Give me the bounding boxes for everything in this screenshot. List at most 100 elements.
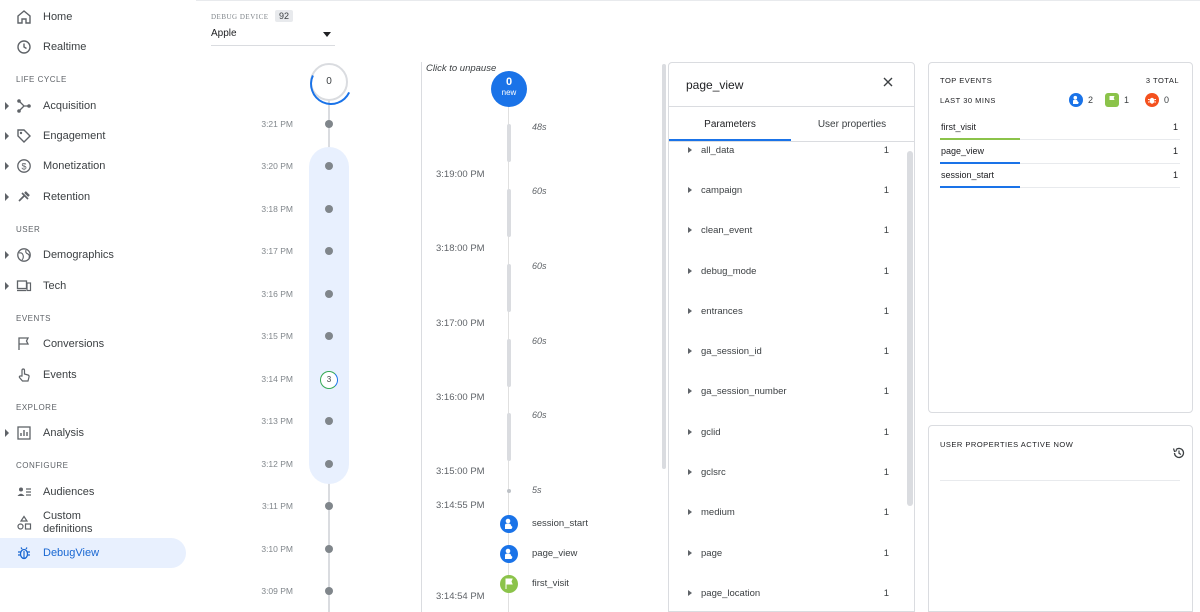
minute-dot[interactable]	[325, 290, 333, 298]
stat-green-events: 1	[1105, 93, 1129, 107]
minute-dot[interactable]	[325, 332, 333, 340]
expand-caret-icon	[688, 509, 692, 515]
sidebar-item-label: Monetization	[43, 159, 106, 172]
expand-caret-icon[interactable]	[5, 282, 9, 290]
user-properties-divider	[940, 480, 1180, 481]
close-icon[interactable]	[881, 75, 895, 89]
history-icon[interactable]	[1172, 446, 1186, 460]
minute-dot[interactable]	[325, 460, 333, 468]
event-first-visit-icon[interactable]	[500, 575, 518, 593]
tab-user-properties[interactable]: User properties	[791, 107, 913, 141]
minute-dot[interactable]	[325, 205, 333, 213]
param-count: 1	[883, 225, 889, 236]
minute-time-label: 3:14 PM	[261, 374, 293, 384]
user-icon	[505, 518, 513, 529]
event-page-view-icon[interactable]	[500, 545, 518, 563]
top-event-row[interactable]: first_visit 1	[940, 116, 1180, 140]
sidebar-item-demographics[interactable]: Demographics	[0, 240, 186, 270]
expand-caret-icon[interactable]	[5, 162, 9, 170]
sidebar-item-audiences[interactable]: Audiences	[0, 477, 186, 507]
stat-value: 2	[1088, 95, 1094, 105]
param-name: entrances	[701, 306, 743, 317]
click-to-unpause-link[interactable]: Click to unpause	[426, 63, 496, 74]
param-count: 1	[883, 467, 889, 478]
sidebar-item-debugview[interactable]: DebugView	[0, 538, 186, 568]
sidebar-item-realtime[interactable]: Realtime	[0, 32, 186, 62]
sidebar-item-events[interactable]: Events	[0, 360, 186, 390]
param-row[interactable]: ga_session_number 1	[669, 382, 899, 402]
minute-event-count-badge[interactable]: 3	[320, 371, 338, 389]
sidebar-item-retention[interactable]: Retention	[0, 182, 186, 212]
sidebar-item-tech[interactable]: Tech	[0, 271, 186, 301]
expand-caret-icon[interactable]	[5, 193, 9, 201]
sidebar-item-monetization[interactable]: $ Monetization	[0, 151, 186, 181]
sidebar-item-label: Engagement	[43, 129, 106, 142]
param-row[interactable]: medium 1	[669, 503, 899, 523]
minute-time-label: 3:11 PM	[261, 501, 293, 511]
sidebar-item-analysis[interactable]: Analysis	[0, 418, 186, 448]
bug-icon	[1145, 93, 1159, 107]
event-first-visit-label[interactable]: first_visit	[532, 578, 569, 589]
seconds-time-label: 3:16:00 PM	[436, 392, 485, 403]
dollar-icon: $	[17, 159, 31, 173]
expand-caret-icon	[688, 469, 692, 475]
seconds-gap-label: 60s	[532, 186, 547, 196]
event-detail-panel: page_view Parameters User properties all…	[668, 62, 915, 612]
param-name: all_data	[701, 145, 735, 156]
param-row[interactable]: page 1	[669, 544, 899, 564]
minute-dot[interactable]	[325, 247, 333, 255]
param-name: ga_session_id	[701, 346, 762, 357]
sidebar-item-conversions[interactable]: Conversions	[0, 329, 186, 359]
param-row[interactable]: campaign 1	[669, 181, 899, 201]
seconds-time-label: 3:19:00 PM	[436, 169, 485, 180]
sidebar-item-home[interactable]: Home	[0, 2, 186, 32]
expand-caret-icon[interactable]	[5, 429, 9, 437]
seconds-scrollbar[interactable]	[662, 64, 666, 469]
param-count: 1	[883, 306, 889, 317]
params-scrollbar[interactable]	[907, 151, 913, 506]
minute-dot[interactable]	[325, 502, 333, 510]
param-row[interactable]: page_location 1	[669, 584, 899, 604]
section-label-explore: EXPLORE	[16, 403, 58, 412]
minute-dot[interactable]	[325, 417, 333, 425]
top-event-row[interactable]: page_view 1	[940, 140, 1180, 164]
sidebar-item-custom-definitions[interactable]: Custom definitions	[0, 507, 186, 539]
minute-dot[interactable]	[325, 545, 333, 553]
debug-device-select[interactable]: Apple	[211, 24, 335, 46]
audiences-icon	[17, 487, 31, 496]
expand-caret-icon[interactable]	[5, 132, 9, 140]
event-session-start-icon[interactable]	[500, 515, 518, 533]
sidebar-item-acquisition[interactable]: Acquisition	[0, 91, 186, 121]
top-event-row[interactable]: session_start 1	[940, 164, 1180, 188]
param-name: debug_mode	[701, 266, 757, 277]
param-row[interactable]: all_data 1	[669, 141, 899, 161]
param-row[interactable]: clean_event 1	[669, 221, 899, 241]
stat-value: 1	[1124, 95, 1130, 105]
device-count-badge: 92	[275, 10, 294, 22]
top-events-card: TOP EVENTS 3 TOTAL LAST 30 MINS 2 1 0 fi…	[928, 62, 1193, 413]
tab-parameters[interactable]: Parameters	[669, 107, 791, 141]
minute-dot[interactable]	[325, 162, 333, 170]
param-name: page_location	[701, 588, 761, 599]
expand-caret-icon	[688, 308, 692, 314]
seconds-time-label: 3:18:00 PM	[436, 243, 485, 254]
minute-time-label: 3:13 PM	[261, 416, 293, 426]
param-row[interactable]: gclsrc 1	[669, 463, 899, 483]
seconds-gap-bar	[507, 264, 511, 312]
minute-dot[interactable]	[325, 120, 333, 128]
event-page-view-label[interactable]: page_view	[532, 548, 577, 559]
param-row[interactable]: entrances 1	[669, 302, 899, 322]
section-label-configure: CONFIGURE	[16, 461, 69, 470]
top-events-subtitle: LAST 30 MINS	[940, 96, 996, 105]
param-row[interactable]: gclid 1	[669, 423, 899, 443]
new-events-bubble[interactable]: 0 new	[491, 71, 527, 107]
minute-dot[interactable]	[325, 587, 333, 595]
param-row[interactable]: debug_mode 1	[669, 262, 899, 282]
stat-blue-events: 2	[1069, 93, 1093, 107]
expand-caret-icon[interactable]	[5, 102, 9, 110]
param-row[interactable]: ga_session_id 1	[669, 342, 899, 362]
expand-caret-icon[interactable]	[5, 251, 9, 259]
section-label-user: USER	[16, 225, 41, 234]
event-session-start-label[interactable]: session_start	[532, 518, 588, 529]
sidebar-item-engagement[interactable]: Engagement	[0, 121, 186, 151]
